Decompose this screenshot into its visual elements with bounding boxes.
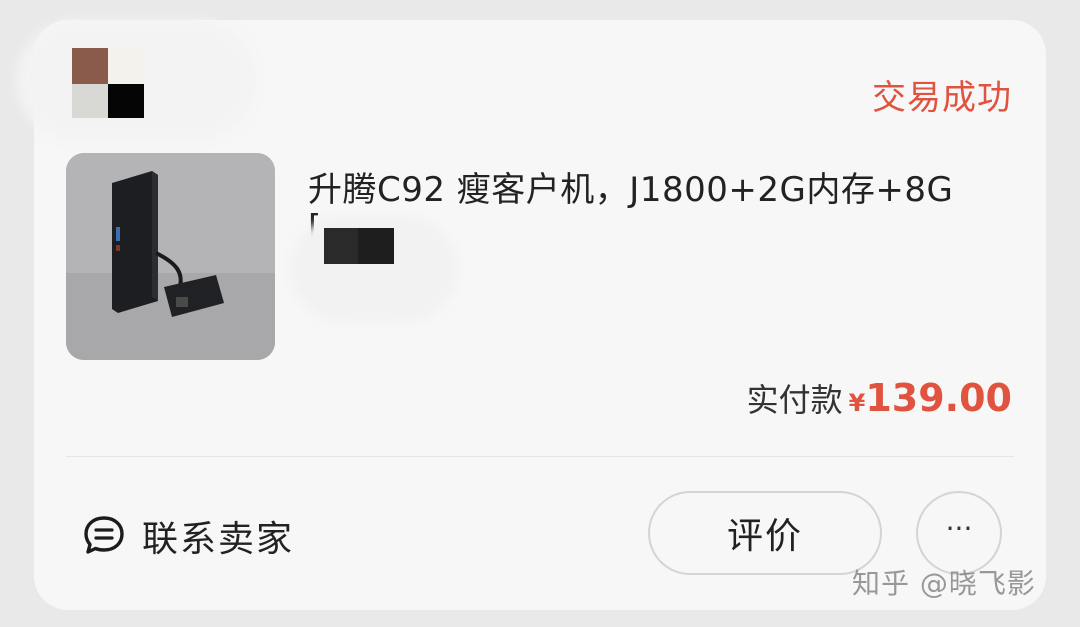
price-label: 实付款: [746, 381, 843, 419]
product-title[interactable]: 升腾C92 瘦客户机，J1800+2G内存+8G: [308, 162, 953, 211]
price-currency: ¥: [848, 389, 866, 417]
order-status: 交易成功: [872, 78, 1012, 118]
watermark: 知乎 @晓飞影: [852, 567, 1036, 600]
order-card[interactable]: 交易成功 升腾C92 瘦客户机，J1800+2G内存+8G [ 实付款 ¥ 13…: [16, 20, 1046, 610]
ellipsis-icon: ···: [945, 511, 973, 545]
chat-bubble-icon: [84, 516, 124, 554]
price-value: 139.00: [865, 376, 1012, 420]
shop-avatar-pixel: [72, 84, 108, 118]
product-thumbnail[interactable]: [66, 153, 275, 360]
shop-avatar-pixel: [108, 84, 144, 118]
price-row: 实付款 ¥ 139.00: [747, 375, 1012, 421]
product-image-icon: [66, 153, 275, 360]
contact-seller-label: 联系卖家: [142, 519, 295, 560]
title-pixel: [358, 228, 394, 264]
divider: [66, 456, 1014, 457]
shop-avatar-pixel: [108, 48, 144, 84]
shop-avatar-pixel: [72, 48, 108, 84]
review-button[interactable]: 评价: [648, 491, 882, 575]
title-pixel: [324, 228, 358, 264]
contact-seller-button[interactable]: 联系卖家: [82, 510, 294, 562]
